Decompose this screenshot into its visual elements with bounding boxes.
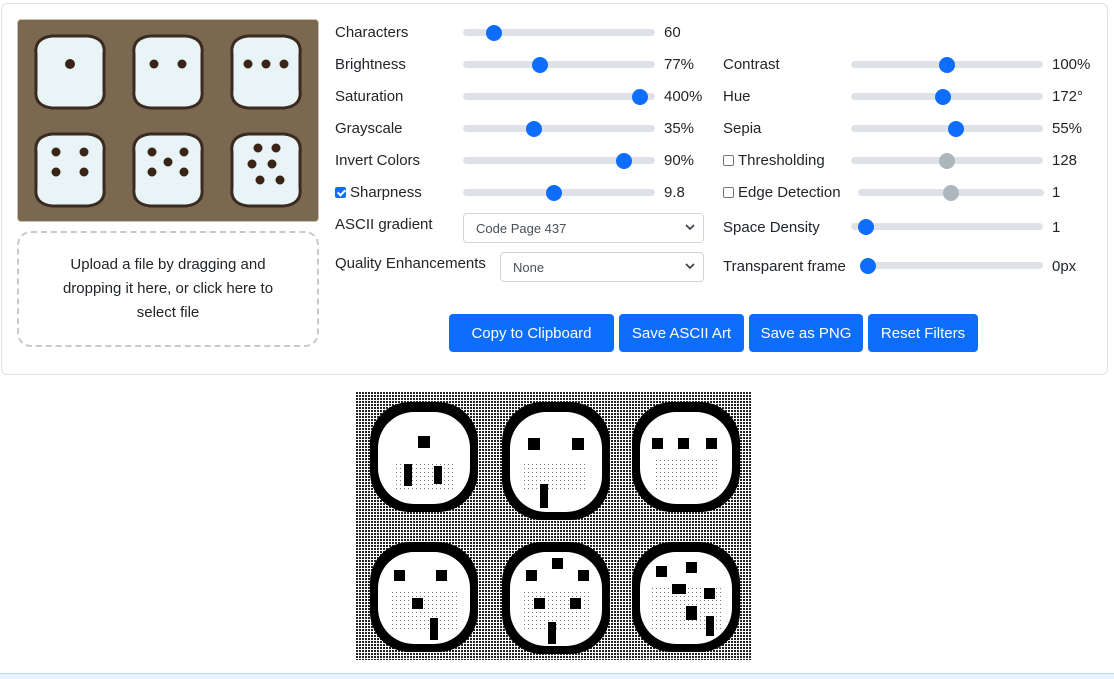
characters-slider[interactable] [463,24,655,41]
bottom-panel-edge [0,673,1114,679]
space-density-slider[interactable] [851,218,1043,235]
edge-checkbox[interactable] [723,187,734,198]
slider-thumb[interactable] [631,88,648,105]
edge-label-text: Edge Detection [738,184,841,201]
edge-label: Edge Detection [723,184,841,201]
upload-dropzone[interactable]: Upload a file by dragging and dropping i… [17,231,319,347]
grayscale-slider[interactable] [463,120,655,137]
sharpness-checkbox[interactable] [335,187,346,198]
thresholding-value: 128 [1052,152,1078,169]
characters-label: Characters [335,24,409,41]
transparent-frame-value: 0px [1052,258,1077,275]
edge-value: 1 [1052,184,1061,201]
save-png-button[interactable]: Save as PNG [749,314,863,352]
ascii-art-output [356,392,751,660]
edge-slider[interactable] [858,184,1044,201]
space-density-label: Space Density [723,219,820,236]
chevron-down-icon [685,263,695,270]
saturation-label: Saturation [335,88,404,105]
thresholding-label: Thresholding [723,152,825,169]
hue-slider[interactable] [851,88,1043,105]
contrast-slider[interactable] [851,56,1043,73]
brightness-slider[interactable] [463,56,655,73]
transparent-frame-label: Transparent frame [723,258,846,275]
gradient-selected: Code Page 437 [476,220,567,236]
contrast-value: 100% [1052,56,1091,73]
sepia-label: Sepia [723,120,762,137]
thresholding-label-text: Thresholding [738,152,825,169]
saturation-slider[interactable] [463,88,655,105]
quality-label: Quality Enhancements [335,255,486,272]
invert-slider[interactable] [463,152,655,169]
brightness-label: Brightness [335,56,406,73]
slider-thumb[interactable] [860,257,876,274]
gradient-select[interactable]: Code Page 437 [463,213,704,243]
slider-thumb[interactable] [485,24,502,41]
slider-thumb[interactable] [545,184,562,201]
sharpness-label: Sharpness [335,184,422,201]
reset-filters-button[interactable]: Reset Filters [868,314,978,352]
sharpness-slider[interactable] [463,184,655,201]
copy-to-clipboard-button[interactable]: Copy to Clipboard [449,314,614,352]
slider-thumb[interactable] [947,120,964,137]
characters-value: 60 [664,24,681,41]
slider-thumb[interactable] [616,152,633,169]
grayscale-value: 35% [664,120,695,137]
save-ascii-button[interactable]: Save ASCII Art [619,314,744,352]
slider-thumb[interactable] [943,184,959,201]
hue-value: 172° [1052,88,1084,105]
upload-text: Upload a file by dragging and dropping i… [62,256,274,321]
sepia-value: 55% [1052,120,1083,137]
transparent-frame-slider[interactable] [860,257,1043,274]
slider-thumb[interactable] [935,88,952,105]
brightness-value: 77% [664,56,695,73]
quality-select[interactable]: None [500,252,704,282]
space-density-value: 1 [1052,219,1061,236]
invert-label: Invert Colors [335,152,421,169]
sharpness-label-text: Sharpness [350,184,422,201]
hue-label: Hue [723,88,751,105]
grayscale-label: Grayscale [335,120,403,137]
gradient-label: ASCII gradient [335,216,433,233]
slider-thumb[interactable] [939,56,955,73]
thresholding-slider[interactable] [851,152,1043,169]
thresholding-checkbox[interactable] [723,155,734,166]
sharpness-value: 9.8 [664,184,685,201]
slider-thumb[interactable] [858,218,875,235]
chevron-down-icon [685,224,695,231]
slider-thumb[interactable] [531,56,548,73]
saturation-value: 400% [664,88,703,105]
preview-image [17,19,319,222]
slider-thumb[interactable] [526,120,543,137]
slider-thumb[interactable] [939,152,955,169]
invert-value: 90% [664,152,695,169]
quality-selected: None [513,259,545,275]
contrast-label: Contrast [723,56,780,73]
sepia-slider[interactable] [851,120,1043,137]
